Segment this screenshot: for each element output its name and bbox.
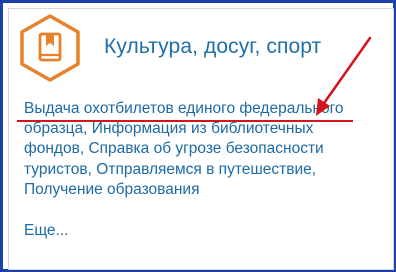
- book-icon[interactable]: [16, 12, 84, 84]
- category-card: Культура, досуг, спорт Выдача охотбилето…: [0, 0, 396, 272]
- link-travel[interactable]: Отправляемся в путешествие: [96, 161, 311, 178]
- annotation-underline: [17, 120, 353, 122]
- link-education[interactable]: Получение образования: [24, 181, 199, 198]
- service-links: Выдача охотбилетов единого федерального …: [24, 100, 344, 198]
- card-title[interactable]: Культура, досуг, спорт: [104, 35, 321, 59]
- more-link[interactable]: Еще...: [24, 222, 68, 240]
